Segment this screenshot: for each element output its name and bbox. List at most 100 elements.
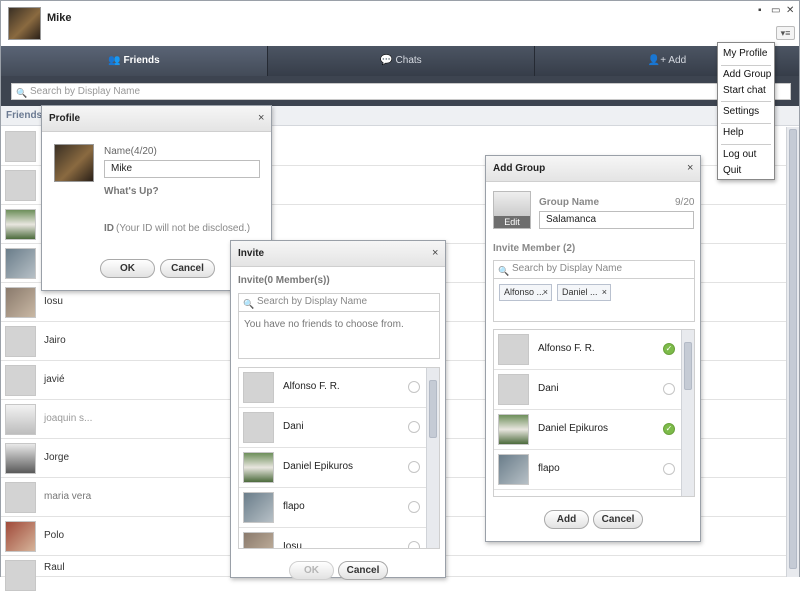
search-placeholder: Search by Display Name: [30, 86, 141, 97]
scrollbar-thumb[interactable]: [789, 129, 797, 569]
chip-label: Daniel ...: [562, 287, 598, 297]
select-radio[interactable]: [408, 461, 420, 473]
empty-message: You have no friends to choose from.: [244, 319, 404, 330]
tab-friends-label: Friends: [123, 55, 160, 66]
remove-chip-icon[interactable]: ×: [543, 285, 548, 300]
search-icon: 🔍: [498, 266, 510, 276]
ok-button[interactable]: OK: [100, 259, 155, 278]
menu-divider: [721, 65, 771, 66]
main-menu: My Profile Add Group Start chat Settings…: [717, 42, 775, 180]
friend-name: joaquin s...: [44, 413, 93, 424]
dialog-title: Profile: [42, 106, 271, 132]
remove-chip-icon[interactable]: ×: [602, 285, 607, 300]
tab-friends[interactable]: 👥 Friends: [1, 46, 267, 76]
list-item[interactable]: Alfonso F. R. ✓: [494, 330, 681, 370]
avatar: [5, 209, 36, 240]
selected-check-icon[interactable]: ✓: [663, 343, 675, 355]
cancel-button[interactable]: Cancel: [593, 510, 643, 529]
search-input[interactable]: 🔍 Search by Display Name: [11, 83, 791, 100]
friend-name: Raul: [44, 562, 65, 573]
avatar: [5, 482, 36, 513]
close-icon[interactable]: ×: [687, 163, 693, 174]
ok-button[interactable]: OK: [289, 561, 334, 580]
avatar: [243, 492, 274, 523]
add-button[interactable]: Add: [544, 510, 589, 529]
menu-item-settings[interactable]: Settings: [723, 106, 759, 117]
invite-dialog: Invite × Invite(0 Member(s)) 🔍 Search by…: [230, 240, 446, 580]
menu-item-my-profile[interactable]: My Profile: [723, 48, 767, 59]
title-bar: Mike ▪ ▭ ✕ ▾≡: [1, 1, 799, 46]
id-note: (Your ID will not be disclosed.): [116, 223, 251, 234]
group-list-scrollbar[interactable]: [681, 330, 694, 496]
friends-icon: 👥: [108, 55, 124, 66]
list-item[interactable]: Dani: [494, 370, 681, 410]
cancel-button[interactable]: Cancel: [338, 561, 388, 580]
friend-name: Iosu: [283, 541, 302, 549]
user-name: Mike: [47, 12, 72, 24]
invite-scrollbar[interactable]: [426, 368, 439, 548]
select-radio[interactable]: [663, 383, 675, 395]
name-label: Name(4/20): [104, 146, 157, 157]
restore-icon[interactable]: ▭: [771, 5, 780, 16]
avatar: [5, 326, 36, 357]
avatar: [5, 287, 36, 318]
menu-item-add-group[interactable]: Add Group: [723, 69, 771, 80]
selected-check-icon[interactable]: ✓: [663, 423, 675, 435]
select-radio[interactable]: [408, 541, 420, 548]
list-item[interactable]: flapo: [494, 450, 681, 490]
menu-item-quit[interactable]: Quit: [723, 165, 741, 176]
avatar: [243, 412, 274, 443]
menu-item-help[interactable]: Help: [723, 127, 744, 138]
status-label[interactable]: What's Up?: [104, 186, 159, 197]
name-field[interactable]: Mike: [104, 160, 260, 178]
user-avatar[interactable]: [8, 7, 41, 40]
cancel-button[interactable]: Cancel: [160, 259, 215, 278]
avatar: [5, 560, 36, 591]
group-name-label: Group Name: [539, 197, 600, 208]
friend-name: Jorge: [44, 452, 70, 463]
menu-item-start-chat[interactable]: Start chat: [723, 85, 766, 96]
selected-member-chip: Alfonso ... ×: [499, 284, 552, 301]
select-radio[interactable]: [663, 463, 675, 475]
list-item[interactable]: flapo: [239, 488, 426, 528]
select-radio[interactable]: [408, 421, 420, 433]
search-input[interactable]: 🔍 Search by Display Name: [494, 261, 694, 279]
tab-chats[interactable]: 💬 Chats: [268, 46, 534, 76]
close-icon[interactable]: ×: [258, 113, 264, 124]
friend-name: Daniel Epikuros: [538, 423, 609, 434]
list-item[interactable]: Daniel Epikuros: [239, 448, 426, 488]
chat-icon: 💬: [380, 55, 396, 66]
menu-divider: [721, 101, 771, 102]
chip-label: Alfonso ...: [504, 287, 545, 297]
edit-avatar-button[interactable]: Edit: [494, 216, 530, 228]
group-name-count: 9/20: [675, 197, 695, 208]
group-name-field[interactable]: Salamanca: [539, 211, 694, 229]
select-radio[interactable]: [408, 501, 420, 513]
main-menu-button[interactable]: ▾≡: [776, 26, 795, 40]
friend-name: flapo: [283, 501, 305, 512]
menu-item-log-out[interactable]: Log out: [723, 149, 756, 160]
select-radio[interactable]: [408, 381, 420, 393]
close-icon[interactable]: ✕: [786, 5, 794, 16]
menu-divider: [721, 144, 771, 145]
invite-selection-box: 🔍 Search by Display Name You have no fri…: [238, 293, 440, 359]
friends-scrollbar[interactable]: [786, 127, 799, 577]
close-icon[interactable]: ×: [432, 248, 438, 259]
invite-friend-list: Alfonso F. R. Dani Daniel Epikuros flapo…: [238, 367, 440, 549]
list-item[interactable]: Alfonso F. R.: [239, 368, 426, 408]
minimize-icon[interactable]: ▪: [758, 5, 762, 16]
friend-name: flapo: [538, 463, 560, 474]
avatar: [498, 414, 529, 445]
search-input[interactable]: 🔍 Search by Display Name: [239, 294, 439, 312]
list-item[interactable]: Daniel Epikuros ✓: [494, 410, 681, 450]
avatar: [498, 374, 529, 405]
list-item[interactable]: Dani: [239, 408, 426, 448]
list-item[interactable]: Iosu: [239, 528, 426, 549]
scrollbar-thumb[interactable]: [429, 380, 437, 438]
scrollbar-thumb[interactable]: [684, 342, 692, 390]
friend-name: Alfonso F. R.: [283, 381, 340, 392]
group-avatar[interactable]: Edit: [493, 191, 531, 229]
dialog-title: Add Group: [486, 156, 700, 182]
search-placeholder: Search by Display Name: [257, 296, 368, 307]
profile-avatar[interactable]: [54, 144, 94, 182]
